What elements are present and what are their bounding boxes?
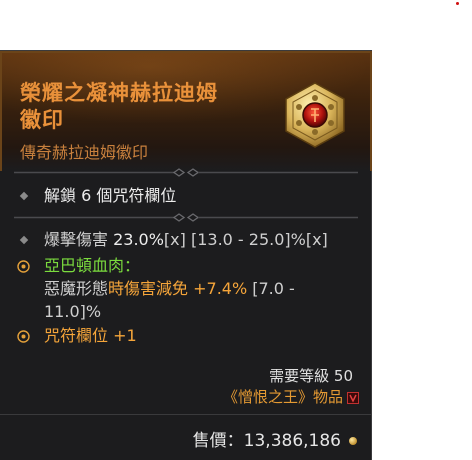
legendary-aspect-icon	[17, 260, 30, 273]
socket-icon	[17, 330, 30, 343]
unlock-sockets-text: 解鎖 6 個咒符欄位	[44, 186, 177, 205]
expansion-label: 《憎恨之王》物品	[222, 388, 343, 406]
footer-divider	[0, 414, 371, 415]
separator	[14, 168, 358, 177]
gold-coin-icon	[349, 437, 357, 445]
aspect-desc-prefix: 惡魔形態	[44, 279, 109, 298]
aspect-description-line-2: 11.0]%	[44, 302, 102, 321]
hexagonal-seal-icon	[285, 82, 345, 148]
bullet-diamond-icon	[19, 235, 29, 245]
aspect-desc-range: [7.0 -	[247, 279, 295, 298]
item-name-line-1: 榮耀之凝神赫拉迪姆	[20, 81, 218, 105]
crit-damage-range-multiplier: [x]	[305, 230, 328, 249]
expansion-badge-icon	[347, 391, 359, 404]
expansion-item: 《憎恨之王》物品	[223, 386, 359, 407]
crit-damage-affix: 爆擊傷害 23.0%[x] [13.0 - 25.0]%[x]	[44, 228, 328, 251]
crit-damage-value: 23.0%	[113, 230, 164, 249]
tooltip-header: 榮耀之凝神赫拉迪姆 徽印 傳奇赫拉迪姆徽印	[0, 51, 372, 171]
separator	[14, 213, 358, 222]
required-level: 需要等級 50	[269, 367, 353, 385]
sell-value-text: 售價：13,386,186	[192, 431, 341, 451]
aspect-description-line-1: 惡魔形態時傷害減免 +7.4% [7.0 -	[44, 277, 295, 300]
item-name-line-2: 徽印	[20, 108, 64, 132]
socket-bonus: 咒符欄位 +1	[44, 326, 137, 345]
crit-damage-multiplier: [x]	[163, 230, 186, 249]
aspect-desc-effect: 時傷害減免 +7.4%	[108, 279, 248, 298]
item-tooltip: 榮耀之凝神赫拉迪姆 徽印 傳奇赫拉迪姆徽印 解鎖 6 個咒符欄位 爆擊傷害 23…	[0, 50, 372, 460]
sell-value: 售價：13,386,186	[193, 426, 357, 451]
aspect-name: 亞巴頓血肉：	[44, 256, 141, 275]
item-type: 傳奇赫拉迪姆徽印	[20, 143, 149, 162]
item-name: 榮耀之凝神赫拉迪姆 徽印	[20, 80, 275, 134]
crit-damage-range: [13.0 - 25.0]%	[185, 230, 306, 249]
crit-damage-label: 爆擊傷害	[44, 230, 114, 249]
bullet-diamond-icon	[19, 191, 29, 201]
corner-marker	[456, 2, 459, 5]
